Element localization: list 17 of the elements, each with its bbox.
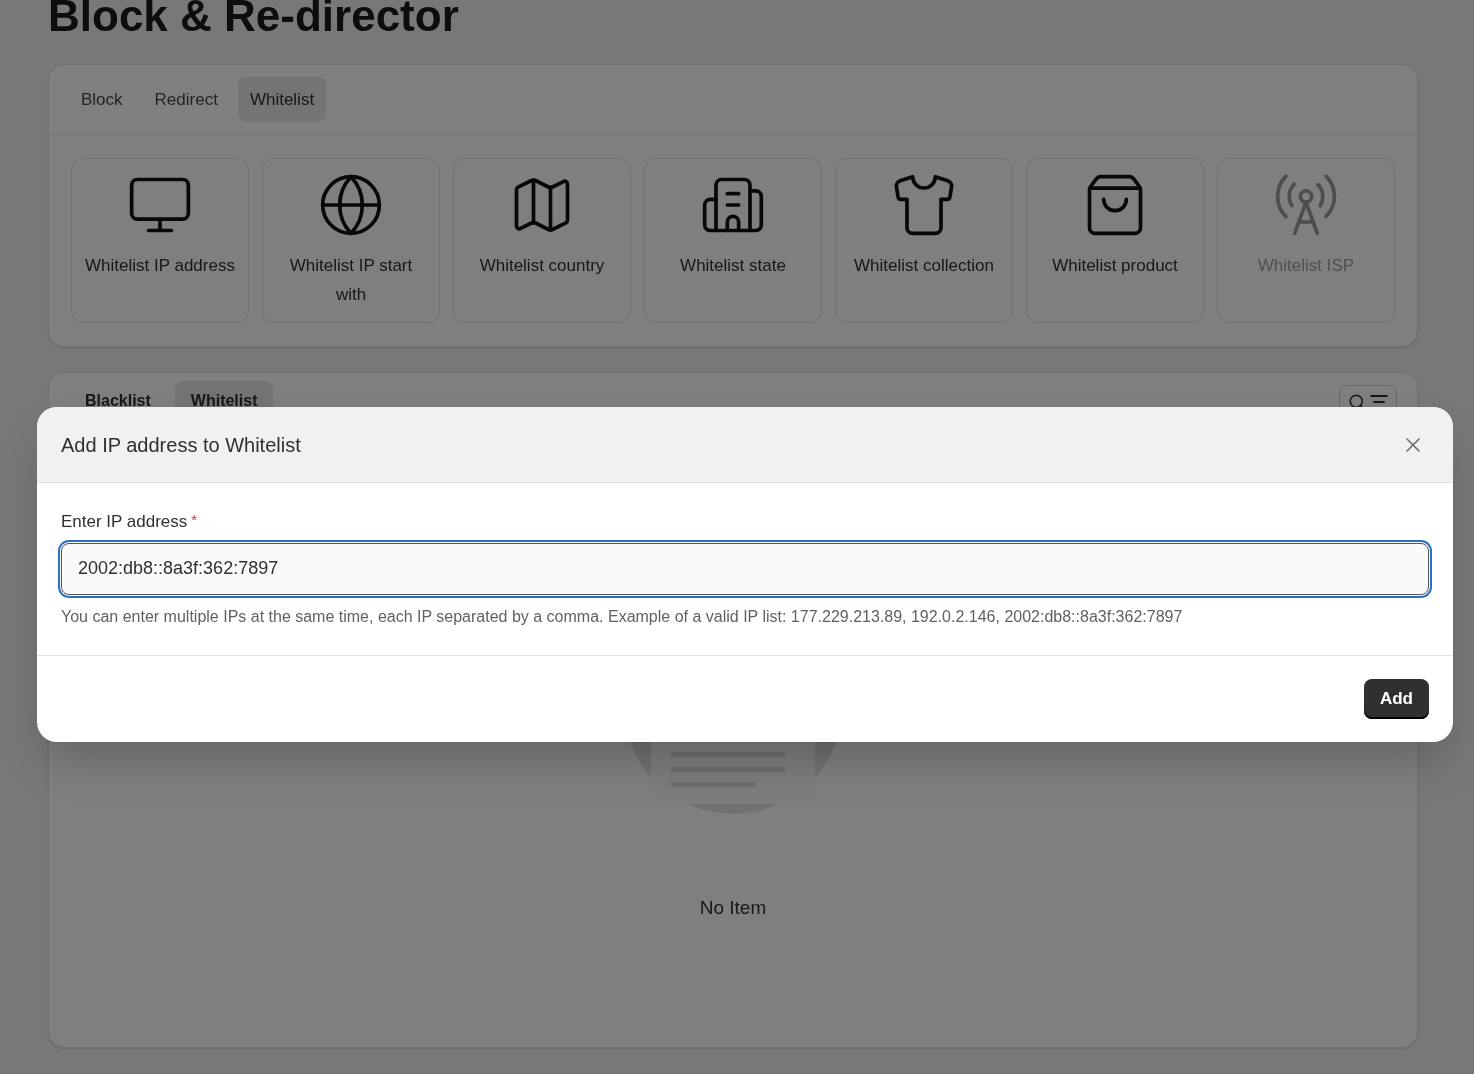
field-label: Enter IP address — [61, 511, 188, 533]
add-button[interactable]: Add — [1363, 678, 1429, 719]
dialog-title: Add IP address to Whitelist — [61, 432, 301, 458]
option-tile[interactable]: Whitelist collection — [835, 158, 1013, 323]
tab[interactable]: Blacklist — [69, 381, 167, 421]
empty-message: No Item — [699, 896, 767, 920]
option-tile[interactable]: Whitelist IP start with — [262, 158, 440, 323]
tab[interactable]: Redirect — [142, 77, 230, 122]
help-text: You can enter multiple IPs at the same time, each IP separated by a comma. Example of a valid IP list: 177.229.213.89, 192.0.2.146, 2002:db8::8a3f:362:7897 — [61, 606, 1183, 627]
option-tile[interactable]: Whitelist product — [1026, 158, 1204, 323]
option-tile[interactable]: Whitelist state — [644, 158, 822, 323]
ip-address-field[interactable]: 2002:db8::8a3f:362:7897 — [61, 542, 1429, 595]
option-tile[interactable]: Whitelist IP address — [71, 158, 249, 323]
required-mark: * — [191, 510, 198, 530]
tab[interactable]: Block — [69, 77, 135, 122]
option-tile[interactable]: Whitelist country — [453, 158, 631, 323]
tab[interactable]: Whitelist — [237, 77, 327, 122]
